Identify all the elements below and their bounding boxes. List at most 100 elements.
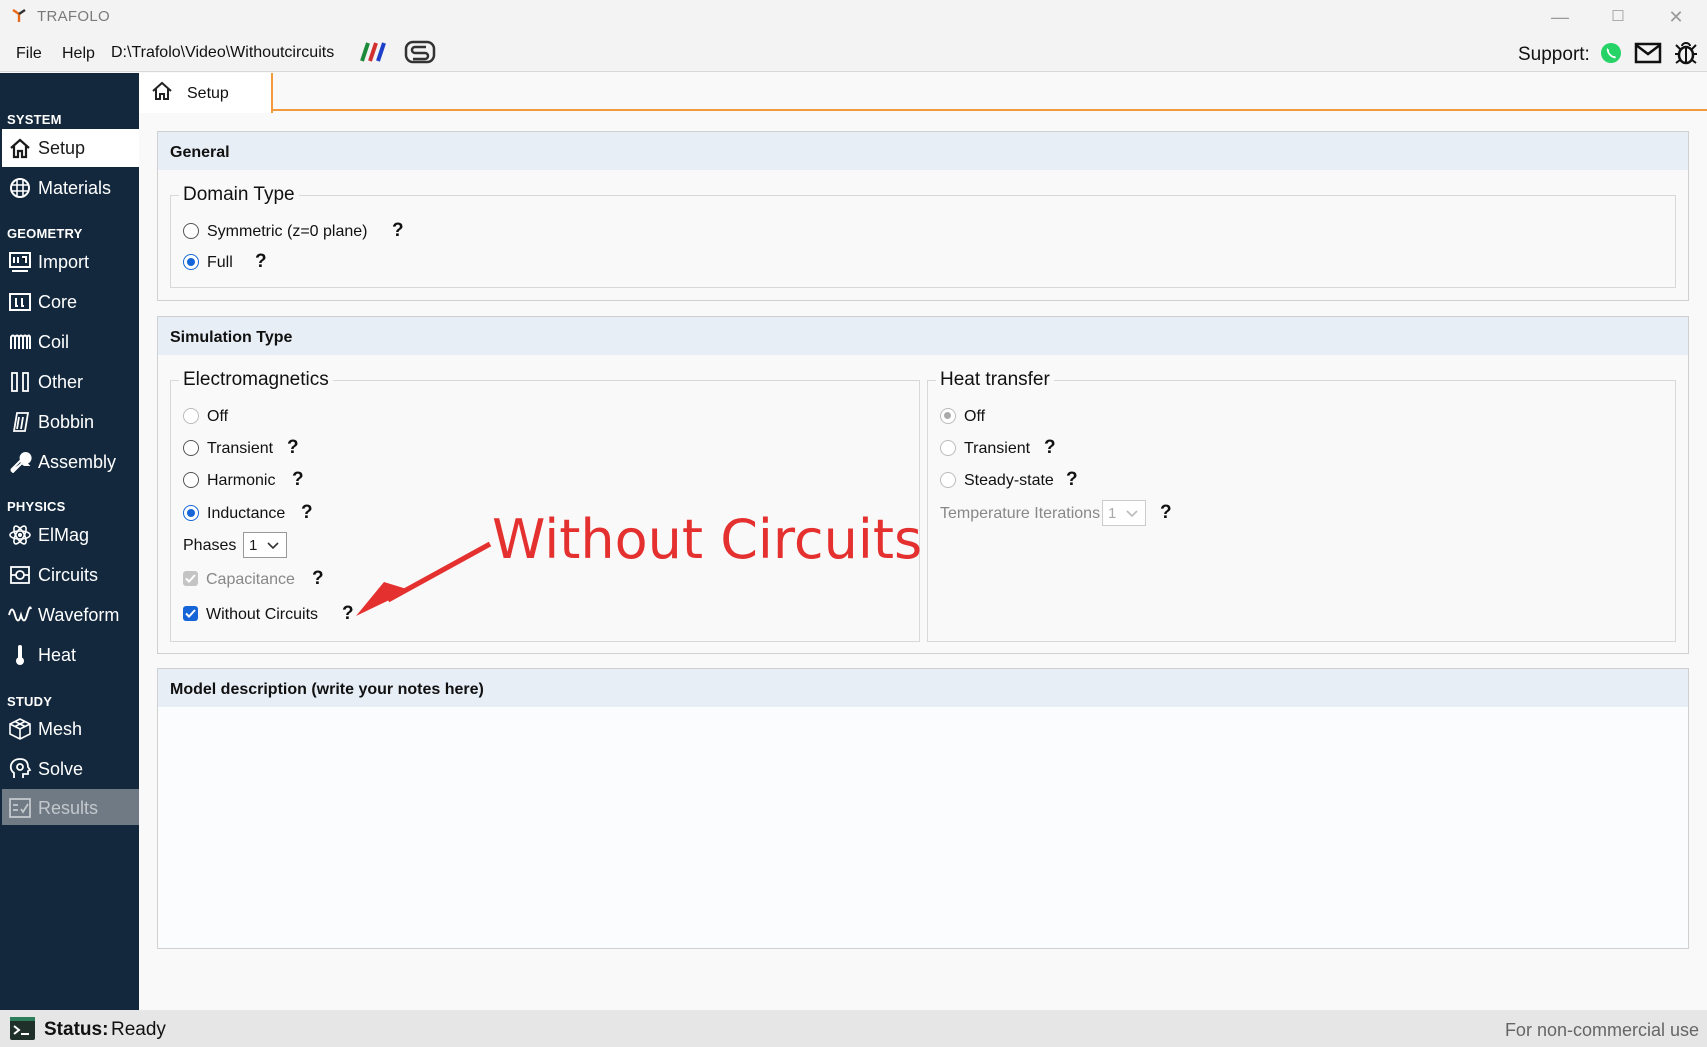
- menu-help[interactable]: Help: [62, 45, 95, 63]
- minimize-button[interactable]: —: [1537, 2, 1583, 32]
- annotation-arrow-icon: [356, 541, 492, 616]
- sidebar-item-heat[interactable]: Heat: [2, 636, 139, 674]
- sidebar-item-bobbin[interactable]: Bobbin: [2, 403, 139, 441]
- circuits-icon: [10, 566, 30, 584]
- sidebar-item-label: Circuits: [38, 565, 99, 585]
- symmetric-label: Symmetric (z=0 plane): [207, 223, 368, 240]
- help-capacitance-button[interactable]: ?: [312, 568, 324, 590]
- without-circuits-checkbox[interactable]: [183, 606, 198, 621]
- em-inductance-label: Inductance: [207, 505, 286, 522]
- model-description-title: Model description (write your notes here…: [170, 681, 484, 698]
- radio-heat-steady[interactable]: [940, 472, 956, 488]
- wrench-icon: [10, 452, 32, 473]
- domain-type-group: Domain Type Symmetric (z=0 plane) ? Full…: [170, 184, 1676, 288]
- help-em-harmonic-button[interactable]: ?: [292, 469, 304, 491]
- radio-em-off[interactable]: [183, 408, 199, 424]
- model-description-header: Model description (write your notes here…: [158, 669, 1688, 707]
- sidebar-item-label: Other: [38, 372, 84, 392]
- radio-heat-off[interactable]: [940, 408, 956, 424]
- electromagnetics-title: Electromagnetics: [179, 369, 333, 391]
- sidebar-item-mesh[interactable]: Mesh: [2, 710, 139, 748]
- whatsapp-icon[interactable]: [1600, 42, 1622, 64]
- simulation-title: Simulation Type: [170, 329, 293, 346]
- status-bar: Status: Ready For non-commercial use: [0, 1010, 1707, 1047]
- sidebar-item-core[interactable]: Core: [2, 283, 139, 321]
- sidebar-header-bar: [0, 73, 139, 109]
- sidebar-item-import[interactable]: Import: [2, 243, 139, 281]
- section-geometry: GEOMETRY: [7, 226, 83, 241]
- project-path: D:\Trafolo\Video\Withoutcircuits: [111, 44, 335, 61]
- sidebar-item-elmag[interactable]: ElMag: [2, 516, 139, 554]
- phases-select[interactable]: 1: [243, 532, 287, 558]
- close-button[interactable]: ✕: [1653, 2, 1699, 32]
- status-value: Ready: [111, 1019, 166, 1040]
- checkmark-icon: [185, 574, 196, 583]
- email-icon[interactable]: [1634, 42, 1662, 64]
- help-temp-iterations-button[interactable]: ?: [1160, 502, 1172, 524]
- bobbin-icon: [12, 412, 30, 432]
- sidebar-item-label: Results: [38, 798, 99, 818]
- sidebar-item-setup[interactable]: Setup: [2, 129, 139, 167]
- temp-iterations-value: 1: [1108, 505, 1117, 522]
- radio-em-transient[interactable]: [183, 440, 199, 456]
- sidebar-item-results[interactable]: Results: [2, 789, 139, 825]
- tab-setup[interactable]: Setup: [139, 73, 273, 113]
- thermometer-icon: [16, 645, 24, 665]
- chevron-down-icon: [267, 542, 279, 550]
- sidebar-item-materials[interactable]: Materials: [2, 169, 139, 207]
- atom-icon: [9, 525, 31, 545]
- sidebar-item-waveform[interactable]: Waveform: [2, 596, 139, 634]
- sidebar-item-circuits[interactable]: Circuits: [2, 556, 139, 594]
- tab-strip: Setup: [139, 73, 1707, 113]
- sidebar-item-label: Assembly: [38, 452, 117, 472]
- without-circuits-label: Without Circuits: [206, 606, 319, 623]
- maximize-button[interactable]: ☐: [1595, 2, 1641, 32]
- model-description-textarea[interactable]: [158, 707, 1688, 948]
- getdp-logo-icon[interactable]: [358, 41, 390, 63]
- other-parts-icon: [11, 372, 29, 392]
- home-icon: [10, 138, 30, 159]
- capacitance-checkbox[interactable]: [183, 571, 198, 586]
- salome-logo-icon[interactable]: [404, 40, 436, 64]
- sidebar-item-other[interactable]: Other: [2, 363, 139, 401]
- solve-head-gear-icon: [9, 758, 32, 778]
- domain-type-title: Domain Type: [179, 184, 299, 206]
- help-heat-steady-button[interactable]: ?: [1066, 469, 1078, 491]
- coil-icon: [10, 334, 31, 349]
- sidebar-item-label: Materials: [38, 178, 112, 198]
- sidebar-item-label: Solve: [38, 759, 84, 779]
- trafolo-logo-icon: [12, 9, 26, 22]
- sidebar-item-solve[interactable]: Solve: [2, 750, 139, 788]
- checkmark-icon: [185, 609, 196, 618]
- radio-em-inductance[interactable]: [183, 505, 199, 521]
- chevron-down-icon: [1126, 510, 1138, 518]
- em-off-label: Off: [207, 408, 229, 425]
- radio-em-harmonic[interactable]: [183, 472, 199, 488]
- simulation-panel-header: Simulation Type: [158, 317, 1688, 355]
- help-full-button[interactable]: ?: [255, 251, 267, 273]
- mesh-icon: [9, 718, 31, 740]
- full-label: Full: [207, 254, 233, 271]
- radio-heat-transient[interactable]: [940, 440, 956, 456]
- annotation-label: Without Circuits: [492, 508, 923, 571]
- license-note: For non-commercial use: [1504, 1020, 1699, 1040]
- temp-iterations-select[interactable]: 1: [1102, 500, 1146, 526]
- general-panel-header: General: [158, 132, 1688, 170]
- title-bar: TRAFOLO — ☐ ✕: [0, 0, 1707, 34]
- heat-transfer-title: Heat transfer: [936, 369, 1054, 391]
- menu-file[interactable]: File: [16, 45, 42, 63]
- heat-transient-label: Transient: [964, 440, 1031, 457]
- help-heat-transient-button[interactable]: ?: [1044, 437, 1056, 459]
- radio-full[interactable]: [183, 254, 199, 270]
- sidebar-item-coil[interactable]: Coil: [2, 323, 139, 361]
- help-em-inductance-button[interactable]: ?: [301, 502, 313, 524]
- help-symmetric-button[interactable]: ?: [392, 220, 404, 242]
- section-study: STUDY: [7, 694, 53, 709]
- support-label: Support:: [1518, 44, 1590, 65]
- section-system: SYSTEM: [7, 112, 62, 127]
- help-em-transient-button[interactable]: ?: [287, 437, 299, 459]
- radio-symmetric[interactable]: [183, 223, 199, 239]
- sidebar-item-assembly[interactable]: Assembly: [2, 443, 139, 481]
- window-title: TRAFOLO: [37, 8, 110, 25]
- bug-report-icon[interactable]: [1673, 40, 1699, 66]
